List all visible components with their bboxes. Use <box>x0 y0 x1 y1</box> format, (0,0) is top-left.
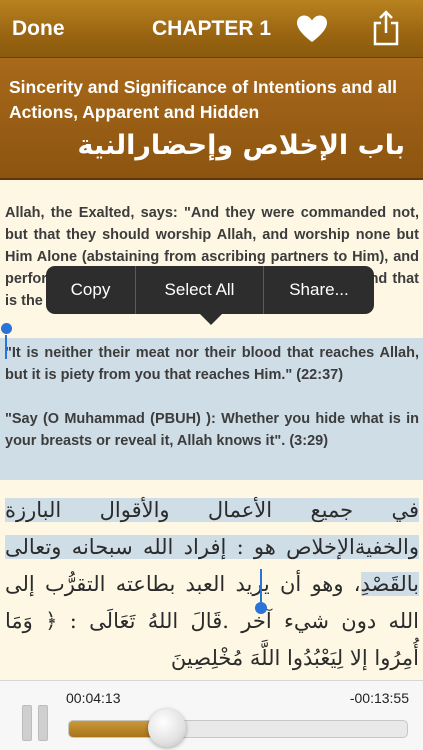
chapter-title: CHAPTER 1 <box>151 17 272 40</box>
audio-player: 00:04:13 -00:13:55 <box>0 680 423 750</box>
selection-end-handle[interactable] <box>255 602 267 614</box>
text-context-menu: Copy Select All Share... <box>46 266 374 314</box>
heart-icon[interactable] <box>296 14 328 44</box>
share-icon[interactable] <box>372 10 400 46</box>
arabic-text: ، وهو أن يريد العبد بطاعته التقرُّب إلى … <box>5 572 419 670</box>
quran-verse-paragraph[interactable]: "Say (O Muhammad (PBUH) ): Whether you h… <box>5 408 419 452</box>
elapsed-time: 00:04:13 <box>66 690 121 706</box>
copy-menu-item[interactable]: Copy <box>46 266 135 314</box>
chapter-title-arabic: باب الإخلاص وإحضارالنية <box>77 130 405 161</box>
share-menu-item[interactable]: Share... <box>263 266 374 314</box>
hadith-text-area[interactable]: Allah, the Exalted, says: "And they were… <box>0 182 423 680</box>
chapter-header: Sincerity and Significance of Intentions… <box>0 58 423 180</box>
arabic-text-paragraph[interactable]: في جميع الأعمال والأقوال البارزة والخفية… <box>5 492 419 677</box>
selection-end-caret <box>260 569 262 602</box>
playback-scrubber-thumb[interactable] <box>147 709 186 747</box>
selection-start-handle[interactable] <box>1 323 12 334</box>
quran-verse-paragraph[interactable]: "It is neither their meat nor their bloo… <box>5 342 419 386</box>
select-all-menu-item[interactable]: Select All <box>135 266 263 314</box>
playback-progress-track[interactable] <box>68 720 408 738</box>
context-menu-arrow <box>200 314 222 325</box>
navigation-bar: Done CHAPTER 1 <box>0 0 423 58</box>
selection-start-caret <box>5 335 7 359</box>
pause-icon[interactable] <box>22 705 52 741</box>
remaining-time: -00:13:55 <box>349 690 409 706</box>
chapter-title-english: Sincerity and Significance of Intentions… <box>9 77 397 122</box>
